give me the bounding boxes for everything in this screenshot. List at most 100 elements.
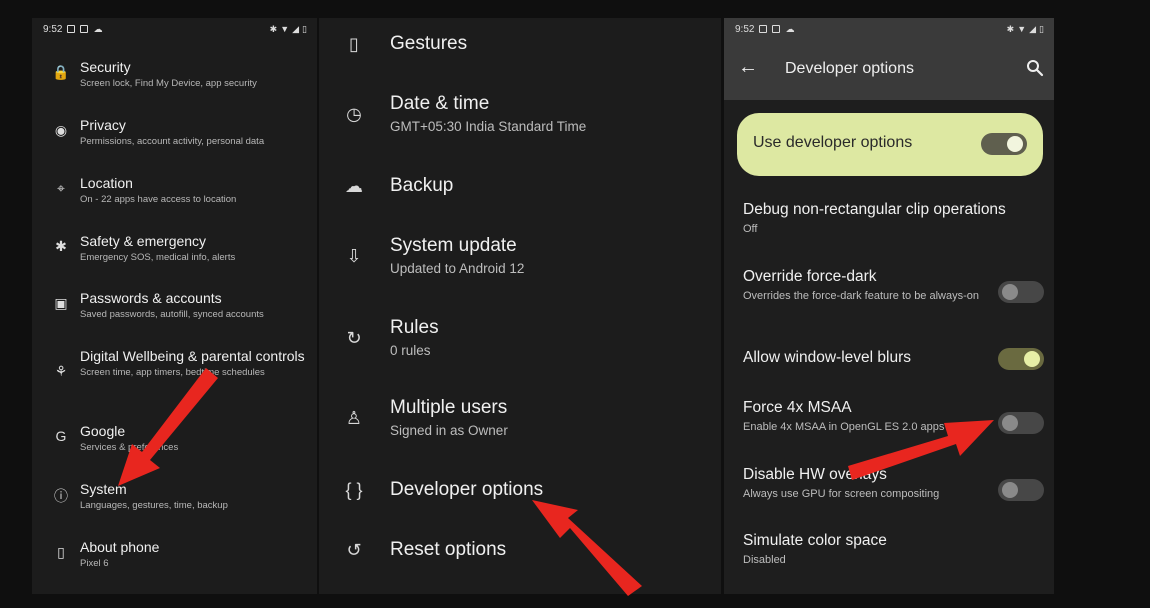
asterisk-icon: ✱ [55,238,67,254]
history-icon: ↺ [346,540,362,560]
lock-icon: 🔒 [52,64,70,80]
toggle-knob [1002,482,1018,498]
menu-item-title: Multiple users [390,397,508,418]
menu-item-subtitle: GMT+05:30 India Standard Time [390,119,587,134]
privacy-icon: ◉ [54,122,68,138]
toggle-knob [1002,415,1018,431]
menu-item-title: System update [390,235,517,256]
battery-icon: ▯ [302,23,307,34]
dev-option-title: Debug non-rectangular clip operations [743,201,1006,218]
notification-icon [772,25,781,33]
settings-item-title: Passwords & accounts [80,290,222,306]
dev-option-toggle[interactable] [998,281,1044,303]
dev-option-toggle[interactable] [998,348,1044,370]
accounts-icon: ▣ [54,295,68,311]
settings-item-title: Google [80,423,126,439]
info-icon: ⓘ [54,488,68,504]
menu-item-title: Backup [390,175,454,196]
battery-icon: ▯ [1039,23,1044,34]
clock-icon: ◷ [346,104,362,124]
menu-item-title: Date & time [390,93,490,114]
status-time: 9:52 [735,23,755,35]
search-icon[interactable] [1026,59,1044,77]
developer-options-panel: 9:52 ☁ ✱ ▼ ◢ ▯ ← Developer options Use d… [724,18,1054,594]
menu-item-subtitle: Signed in as Owner [390,423,508,438]
bluetooth-icon: ✱ [1006,23,1015,34]
toggle-knob [1024,351,1040,367]
bluetooth-icon: ✱ [269,23,278,34]
settings-item-subtitle: Services & preferences [80,442,179,453]
gestures-icon: ▯ [349,34,359,54]
dev-option-toggle[interactable] [998,412,1044,434]
dev-option-override-force-dark[interactable]: Override force-dark Overrides the force-d… [743,267,1044,304]
dev-option-title: Override force-dark [743,268,877,285]
rules-icon: ↻ [346,328,362,348]
menu-item-subtitle: 0 rules [390,343,431,358]
dev-option-allow-window-level-blurs[interactable]: Allow window-level blurs [743,348,1044,370]
use-developer-options-toggle[interactable] [981,133,1027,155]
dev-option-debug-non-rectangular-clip-operations[interactable]: Debug non-rectangular clip operations Off [743,200,1043,237]
menu-item-title: Reset options [390,539,507,560]
menu-item-title: Gestures [390,33,468,54]
dev-option-subtitle: Disabled [743,554,786,566]
dev-option-subtitle: Always use GPU for screen compositing [743,488,940,500]
settings-item-title: Privacy [80,117,126,133]
google-icon: G [55,428,67,444]
menu-item-subtitle: Updated to Android 12 [390,261,525,276]
wifi-icon: ▼ [280,24,290,34]
system-update-icon: ⇩ [346,246,362,266]
page-title: Developer options [785,60,914,77]
settings-item-subtitle: Screen lock, Find My Device, app securit… [80,78,257,89]
settings-list-panel: 9:52 ☁ ✱ ▼ ◢ ▯ 🔒 Security Screen lock, Fin… [32,18,317,594]
status-bar: 9:52 ☁ ✱ ▼ ◢ ▯ [724,18,1054,40]
settings-item-title: Location [80,175,133,191]
app-bar: ← Developer options [724,40,1054,100]
settings-item-subtitle: Pixel 6 [80,558,109,569]
toggle-knob [1002,284,1018,300]
cloud-upload-icon: ☁ [345,176,363,196]
wifi-icon: ▼ [1017,24,1027,34]
signal-icon: ◢ [292,23,300,34]
person-icon: ♙ [345,408,363,428]
dev-option-subtitle: Enable 4x MSAA in OpenGL ES 2.0 apps [743,421,945,433]
menu-item-title: Developer options [390,479,544,500]
settings-item-subtitle: Languages, gestures, time, backup [80,500,228,511]
status-bar: 9:52 ☁ ✱ ▼ ◢ ▯ [32,18,317,40]
settings-item-subtitle: Screen time, app timers, bedtime schedul… [80,367,265,378]
menu-item-title: Rules [390,317,439,338]
settings-item-subtitle: Emergency SOS, medical info, alerts [80,252,236,263]
status-time: 9:52 [43,23,63,35]
dev-option-subtitle: Overrides the force-dark feature to be a… [743,290,980,302]
system-settings-panel: ▯ Gestures ◷ Date & time GMT+05:30 India Sta… [319,18,721,594]
wellbeing-icon: ⚘ [54,363,68,379]
settings-item-title: Safety & emergency [80,233,207,249]
location-icon: ⌖ [57,180,65,196]
notification-icon [80,25,89,33]
back-arrow-icon[interactable]: ← [738,56,758,79]
phone-icon: ▯ [57,544,65,560]
dev-option-force-4x-msaa[interactable]: Force 4x MSAA Enable 4x MSAA in OpenGL ES… [743,398,1044,435]
settings-item-title: Security [80,59,131,75]
signal-icon: ◢ [1029,23,1037,34]
settings-item-subtitle: Saved passwords, autofill, synced accoun… [80,309,264,320]
settings-item-title: Digital Wellbeing & parental controls [80,348,305,364]
dev-option-disable-hw-overlays[interactable]: Disable HW overlays Always use GPU for sc… [743,465,1044,502]
use-developer-options-card[interactable]: Use developer options [737,113,1043,176]
dev-option-title: Simulate color space [743,532,887,549]
use-developer-options-label: Use developer options [753,134,913,151]
settings-item-title: System [80,481,127,497]
dev-option-title: Allow window-level blurs [743,349,911,366]
code-braces-icon: { } [345,480,363,500]
dev-option-title: Force 4x MSAA [743,399,852,416]
settings-item-title: About phone [80,539,160,555]
notification-icon [759,25,768,33]
dev-option-toggle[interactable] [998,479,1044,501]
notification-icon: ☁ [93,23,103,34]
notification-icon: ☁ [785,23,795,34]
notification-icon [67,25,76,33]
dev-option-title: Disable HW overlays [743,466,887,483]
dev-option-subtitle: Off [743,223,758,235]
dev-option-simulate-color-space[interactable]: Simulate color space Disabled [743,531,1043,568]
settings-item-subtitle: Permissions, account activity, personal … [80,136,265,147]
settings-item-subtitle: On - 22 apps have access to location [80,194,237,205]
